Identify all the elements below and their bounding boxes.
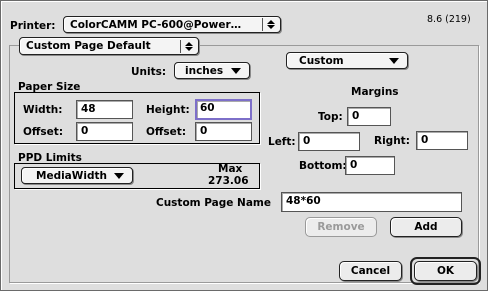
- page-size-popup-value: Custom Page Default: [26, 40, 151, 52]
- popup-divider: [180, 39, 181, 53]
- ppd-limits-popup[interactable]: MediaWidth: [21, 167, 133, 184]
- offset1-label: Offset:: [23, 126, 64, 138]
- height-field[interactable]: 60: [195, 99, 252, 120]
- left-margin-label: Left:: [268, 136, 296, 148]
- stepper-arrows-icon: [185, 41, 193, 51]
- chevron-down-icon: [389, 57, 399, 64]
- height-label: Height:: [146, 104, 190, 116]
- top-margin-label: Top:: [318, 111, 343, 123]
- bottom-margin-field[interactable]: 0: [345, 156, 395, 175]
- right-margin-label: Right:: [374, 135, 410, 147]
- bottom-margin-label: Bottom:: [299, 160, 347, 172]
- offset2-field[interactable]: 0: [195, 122, 252, 141]
- add-button[interactable]: Add: [390, 217, 462, 237]
- units-popup[interactable]: inches: [174, 62, 250, 79]
- custom-page-name-field[interactable]: 48*60: [281, 192, 462, 212]
- page-size-popup[interactable]: Custom Page Default: [19, 37, 199, 55]
- stepper-arrows-icon: [267, 20, 275, 29]
- printer-popup-value: ColorCAMM PC-600@Power…: [70, 18, 242, 31]
- margins-preset-value: Custom: [299, 54, 344, 67]
- width-field[interactable]: 48: [76, 100, 133, 119]
- printer-popup[interactable]: ColorCAMM PC-600@Power…: [63, 16, 281, 33]
- margins-preset-popup[interactable]: Custom: [286, 52, 408, 69]
- units-popup-value: inches: [185, 64, 224, 77]
- units-label: Units:: [131, 66, 167, 78]
- chevron-down-icon: [231, 67, 241, 74]
- width-label: Width:: [23, 104, 63, 116]
- version-label: 8.6 (219): [427, 14, 471, 25]
- offset1-field[interactable]: 0: [76, 122, 133, 141]
- right-margin-field[interactable]: 0: [416, 131, 468, 150]
- cancel-button[interactable]: Cancel: [339, 261, 402, 281]
- offset2-label: Offset:: [146, 126, 187, 138]
- printer-label: Printer:: [10, 20, 56, 32]
- page-setup-dialog: Printer: ColorCAMM PC-600@Power… 8.6 (21…: [0, 0, 488, 291]
- remove-button[interactable]: Remove: [305, 217, 377, 237]
- ppd-max-label: Max: [218, 163, 243, 175]
- custom-page-name-label: Custom Page Name: [156, 197, 271, 209]
- ok-button[interactable]: OK: [414, 261, 477, 281]
- margins-title: Margins: [351, 86, 399, 98]
- ppd-max-value: 273.06: [208, 175, 249, 187]
- popup-divider: [262, 18, 263, 31]
- chevron-down-icon: [114, 172, 124, 179]
- left-margin-field[interactable]: 0: [298, 132, 360, 151]
- top-margin-field[interactable]: 0: [347, 107, 391, 126]
- ppd-limits-popup-value: MediaWidth: [36, 169, 107, 182]
